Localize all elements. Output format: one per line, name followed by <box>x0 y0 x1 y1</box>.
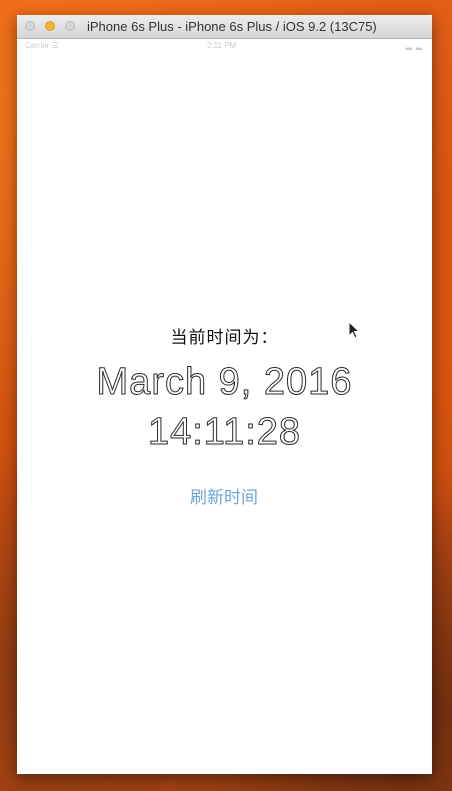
close-window-button[interactable] <box>25 21 35 31</box>
time-display: 14:11:28 <box>147 411 302 454</box>
status-time: 2:11 PM <box>207 41 237 50</box>
device-screen: Carrier ☰ 2:11 PM ▂▂ 当前时间为： March 9, 201… <box>17 39 432 774</box>
status-bar: Carrier ☰ 2:11 PM ▂▂ <box>17 39 432 53</box>
mouse-cursor-icon <box>348 321 361 339</box>
date-display: March 9, 2016 <box>96 361 353 404</box>
current-time-label: 当前时间为： <box>170 328 279 347</box>
minimize-window-button[interactable] <box>45 21 55 31</box>
window-title: iPhone 6s Plus - iPhone 6s Plus / iOS 9.… <box>87 19 377 34</box>
simulator-window: iPhone 6s Plus - iPhone 6s Plus / iOS 9.… <box>17 15 432 774</box>
refresh-time-button[interactable]: 刷新时间 <box>164 483 284 508</box>
window-titlebar[interactable]: iPhone 6s Plus - iPhone 6s Plus / iOS 9.… <box>17 15 432 39</box>
zoom-window-button[interactable] <box>65 21 75 31</box>
status-carrier: Carrier ☰ <box>25 41 59 50</box>
battery-icon: ▂▂ <box>405 41 426 50</box>
